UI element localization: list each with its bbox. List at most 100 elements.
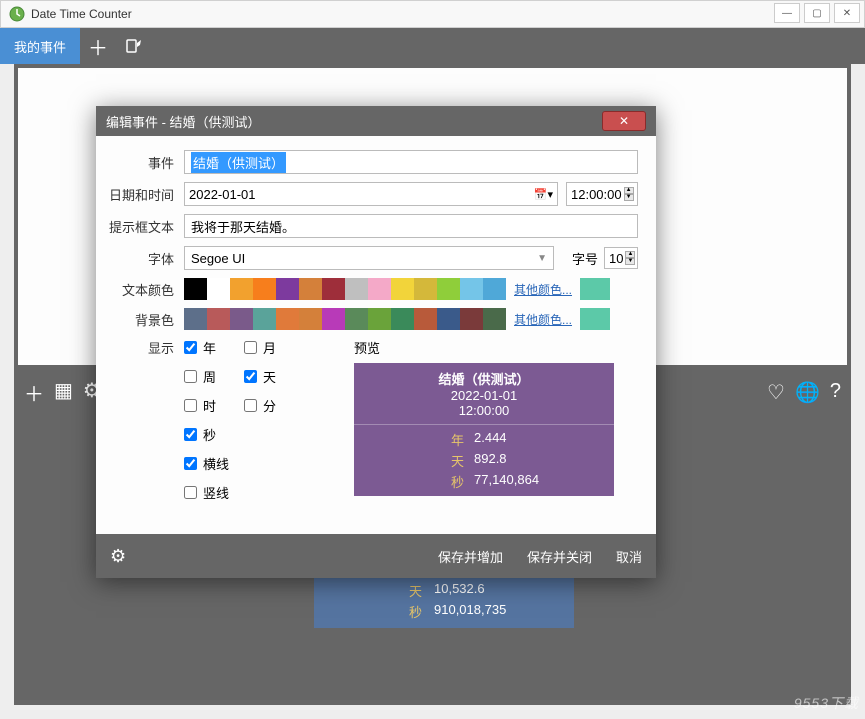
text-color-swatch[interactable]	[207, 278, 230, 300]
label-datetime: 日期和时间	[106, 185, 184, 204]
size-down[interactable]: ▼	[625, 258, 635, 265]
chevron-down-icon: ▼	[537, 253, 547, 264]
add-button[interactable]: ＋	[80, 28, 116, 64]
time-up[interactable]: ▲	[624, 187, 634, 194]
minimize-button[interactable]: —	[774, 3, 800, 23]
current-bg-color	[580, 308, 610, 330]
check-hour[interactable]: 时	[184, 396, 244, 415]
add-event-icon[interactable]: ＋	[24, 378, 44, 407]
check-second[interactable]: 秒	[184, 425, 244, 444]
check-year[interactable]: 年	[184, 338, 244, 357]
app-title: Date Time Counter	[31, 7, 132, 21]
date-value: 2022-01-01	[189, 187, 256, 202]
bg-row-key: 天	[314, 581, 434, 600]
text-color-swatch[interactable]	[299, 278, 322, 300]
size-up[interactable]: ▲	[625, 251, 635, 258]
save-and-close-button[interactable]: 保存并关闭	[527, 547, 592, 566]
label-font: 字体	[106, 249, 184, 268]
heart-icon[interactable]: ♡	[767, 380, 785, 405]
text-color-swatch[interactable]	[253, 278, 276, 300]
text-color-swatch[interactable]	[276, 278, 299, 300]
settings-icon[interactable]: ⚙	[110, 546, 126, 567]
check-minute[interactable]: 分	[244, 396, 304, 415]
dialog-footer: ⚙ 保存并增加 保存并关闭 取消	[96, 534, 656, 578]
fontsize-input[interactable]: 10 ▲▼	[604, 247, 638, 269]
current-text-color	[580, 278, 610, 300]
check-vline[interactable]: 竖线	[184, 483, 244, 502]
check-week[interactable]: 周	[184, 367, 244, 386]
tooltip-input[interactable]	[184, 214, 638, 238]
grid-icon[interactable]: ▦	[54, 378, 73, 407]
bg-color-swatch[interactable]	[322, 308, 345, 330]
preview-date: 2022-01-01	[354, 388, 614, 403]
globe-icon[interactable]: 🌐	[795, 380, 820, 405]
time-value: 12:00:00	[571, 187, 622, 202]
text-color-swatch[interactable]	[414, 278, 437, 300]
label-display: 显示	[106, 338, 184, 357]
text-color-swatches	[184, 278, 506, 300]
text-color-swatch[interactable]	[322, 278, 345, 300]
preview-row-val: 77,140,864	[474, 472, 539, 491]
close-button[interactable]: ✕	[834, 3, 860, 23]
date-input[interactable]: 2022-01-01 📅▾	[184, 182, 558, 206]
bg-color-swatches	[184, 308, 506, 330]
label-bgcolor: 背景色	[106, 310, 184, 329]
event-input-value: 结婚（供测试）	[191, 152, 286, 173]
save-and-add-button[interactable]: 保存并增加	[438, 547, 503, 566]
bg-color-swatch[interactable]	[483, 308, 506, 330]
text-color-swatch[interactable]	[437, 278, 460, 300]
more-text-color-link[interactable]: 其他颜色...	[514, 281, 572, 298]
background-event-card: 天10,532.6 秒910,018,735	[314, 574, 574, 628]
bg-color-swatch[interactable]	[184, 308, 207, 330]
event-input[interactable]: 结婚（供测试）	[184, 150, 638, 174]
bg-color-swatch[interactable]	[368, 308, 391, 330]
preview-title: 结婚（供测试）	[354, 369, 614, 388]
main-toolbar: 我的事件 ＋	[0, 28, 865, 64]
label-preview: 预览	[354, 338, 614, 357]
bg-color-swatch[interactable]	[230, 308, 253, 330]
edit-icon	[125, 37, 143, 55]
dialog-titlebar: 编辑事件 - 结婚（供测试） ✕	[96, 106, 656, 136]
calendar-icon[interactable]: 📅▾	[534, 188, 553, 201]
check-day[interactable]: 天	[244, 367, 304, 386]
text-color-swatch[interactable]	[368, 278, 391, 300]
check-month[interactable]: 月	[244, 338, 304, 357]
text-color-swatch[interactable]	[391, 278, 414, 300]
bg-color-swatch[interactable]	[253, 308, 276, 330]
bg-color-swatch[interactable]	[460, 308, 483, 330]
text-color-swatch[interactable]	[345, 278, 368, 300]
tab-my-events[interactable]: 我的事件	[0, 28, 80, 64]
edit-event-dialog: 编辑事件 - 结婚（供测试） ✕ 事件 结婚（供测试） 日期和时间 2022-0…	[96, 106, 656, 578]
time-input[interactable]: 12:00:00 ▲▼	[566, 182, 638, 206]
bg-color-swatch[interactable]	[437, 308, 460, 330]
dialog-title: 编辑事件 - 结婚（供测试）	[106, 112, 261, 131]
preview-row-key: 秒	[354, 472, 474, 491]
bg-color-swatch[interactable]	[391, 308, 414, 330]
app-icon	[9, 6, 25, 22]
help-icon[interactable]: ?	[830, 380, 841, 405]
font-select[interactable]: Segoe UI ▼	[184, 246, 554, 270]
more-bg-color-link[interactable]: 其他颜色...	[514, 311, 572, 328]
time-down[interactable]: ▼	[624, 194, 634, 201]
cancel-button[interactable]: 取消	[616, 547, 642, 566]
bg-color-swatch[interactable]	[414, 308, 437, 330]
text-color-swatch[interactable]	[460, 278, 483, 300]
text-color-swatch[interactable]	[230, 278, 253, 300]
preview-row-key: 天	[354, 451, 474, 470]
check-hline[interactable]: 横线	[184, 454, 244, 473]
text-color-swatch[interactable]	[483, 278, 506, 300]
preview-row-val: 2.444	[474, 430, 507, 449]
preview-row-key: 年	[354, 430, 474, 449]
preview-row-val: 892.8	[474, 451, 507, 470]
bg-color-swatch[interactable]	[299, 308, 322, 330]
bg-color-swatch[interactable]	[276, 308, 299, 330]
bg-row-val: 910,018,735	[434, 602, 506, 621]
bg-row-key: 秒	[314, 602, 434, 621]
dialog-close-button[interactable]: ✕	[602, 111, 646, 131]
maximize-button[interactable]: ▢	[804, 3, 830, 23]
preview-time: 12:00:00	[354, 403, 614, 418]
text-color-swatch[interactable]	[184, 278, 207, 300]
bg-color-swatch[interactable]	[207, 308, 230, 330]
edit-button[interactable]	[116, 28, 152, 64]
bg-color-swatch[interactable]	[345, 308, 368, 330]
